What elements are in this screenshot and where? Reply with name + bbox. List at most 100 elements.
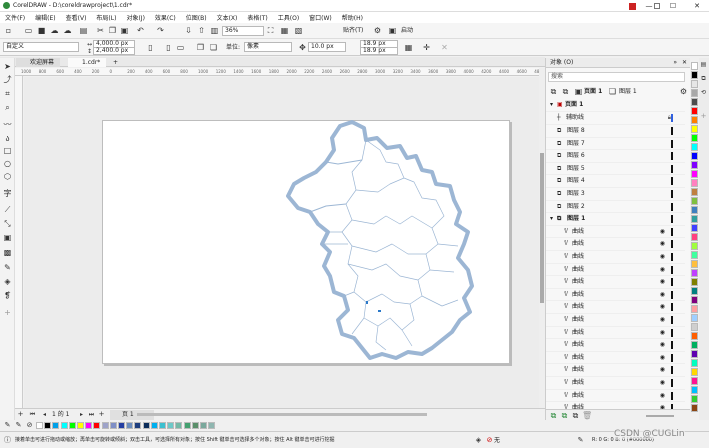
visibility-eye-icon[interactable]: ◉: [660, 289, 665, 301]
portrait-icon[interactable]: ▯: [146, 43, 155, 52]
fill-indicator-icon[interactable]: ◈: [474, 436, 483, 445]
layer-stack-icon[interactable]: ⧉: [549, 87, 558, 96]
palette-swatch[interactable]: [52, 422, 60, 429]
first-page-icon[interactable]: ⏮: [28, 410, 37, 419]
menu-text[interactable]: 文本(X): [212, 13, 243, 22]
maximize-button[interactable]: ☐: [661, 0, 685, 12]
new-master-layer-icon[interactable]: ⧉: [560, 411, 569, 420]
palette-swatch[interactable]: [691, 125, 698, 133]
freehand-tool-icon[interactable]: 〰: [3, 120, 12, 129]
visibility-eye-icon[interactable]: ◉: [660, 390, 665, 402]
panel-options-gear-icon[interactable]: ⚙: [679, 87, 688, 96]
palette-swatch[interactable]: [142, 422, 150, 429]
layers-icon[interactable]: ⧉: [561, 87, 570, 96]
menu-edit[interactable]: 编辑(E): [30, 13, 60, 22]
zoom-tool-icon[interactable]: ⌕: [3, 103, 12, 112]
launch-label[interactable]: 启动: [401, 26, 413, 35]
tree-curve-row[interactable]: ᕓ 曲线 ◉: [546, 251, 685, 264]
palette-swatch[interactable]: [691, 395, 698, 403]
tree-curve-row[interactable]: ᕓ 曲线 ◉: [546, 352, 685, 365]
page-preset-select[interactable]: 自定义: [3, 42, 79, 52]
nudge-distance-input[interactable]: 10.0 px: [308, 42, 346, 52]
palette-swatch[interactable]: [183, 422, 191, 429]
tree-layer-row[interactable]: ⧉ 图层 4: [546, 175, 685, 188]
palette-swatch[interactable]: [691, 404, 698, 412]
palette-swatch[interactable]: [691, 134, 698, 142]
launch-app-icon[interactable]: ▣: [388, 26, 397, 35]
import-icon[interactable]: ⇩: [184, 26, 193, 35]
tree-layer-row[interactable]: ⧉ 图层 5: [546, 163, 685, 176]
copy-icon[interactable]: ❐: [108, 26, 117, 35]
visibility-eye-icon[interactable]: ◉: [660, 276, 665, 288]
redo-icon[interactable]: ↷: [156, 26, 165, 35]
current-page-icon[interactable]: ❏: [209, 43, 218, 52]
tree-curve-row[interactable]: ᕓ 曲线 ◉: [546, 276, 685, 289]
visibility-eye-icon[interactable]: ◉: [660, 264, 665, 276]
palette-swatch[interactable]: [44, 422, 52, 429]
eyedropper-tool-icon[interactable]: ✎: [3, 263, 12, 272]
palette-swatch[interactable]: [691, 170, 698, 178]
page-landscape-icon[interactable]: ▭: [176, 43, 185, 52]
full-screen-icon[interactable]: ⛶: [266, 26, 275, 35]
snap-to-dropdown[interactable]: 贴齐(T): [340, 26, 374, 36]
palette-swatch[interactable]: [691, 251, 698, 259]
palette-swatch[interactable]: [691, 314, 698, 322]
new-layer-icon[interactable]: ⧉: [549, 411, 558, 420]
ellipse-tool-icon[interactable]: ○: [3, 159, 12, 168]
duplicate-y-input[interactable]: 18.9 px: [360, 47, 398, 55]
palette-swatch[interactable]: [691, 350, 698, 358]
menu-window[interactable]: 窗口(W): [304, 13, 337, 22]
transparency-tool-icon[interactable]: ▩: [3, 248, 12, 257]
palette-swatch[interactable]: [691, 179, 698, 187]
remove-guide-icon[interactable]: ✕: [440, 43, 449, 52]
minimize-button[interactable]: —: [637, 0, 661, 12]
palette-swatch[interactable]: [68, 422, 76, 429]
paste-icon[interactable]: ▣: [120, 26, 129, 35]
tab-welcome[interactable]: 欢迎屏幕: [16, 58, 61, 67]
undo-icon[interactable]: ↶: [136, 26, 145, 35]
next-page-icon[interactable]: ▸: [77, 410, 86, 419]
grid-display-icon[interactable]: ▦: [280, 26, 289, 35]
palette-swatch[interactable]: [691, 305, 698, 313]
tree-curve-row[interactable]: ᕓ 曲线 ◉: [546, 289, 685, 302]
tree-curve-row[interactable]: ᕓ 曲线 ◉: [546, 238, 685, 251]
palette-swatch[interactable]: [691, 80, 698, 88]
palette-swatch[interactable]: [93, 422, 101, 429]
eyedropper-icon[interactable]: ✎: [3, 421, 12, 430]
palette-swatch[interactable]: [691, 161, 698, 169]
add-docker-icon[interactable]: +: [699, 112, 708, 121]
menu-object[interactable]: 对象(J): [121, 13, 149, 22]
outline-pen-icon[interactable]: ✎: [576, 436, 585, 445]
palette-swatch[interactable]: [691, 215, 698, 223]
interactive-fill-icon[interactable]: ◈: [3, 277, 12, 286]
palette-swatch[interactable]: [167, 422, 175, 429]
pick-tool-icon[interactable]: ➤: [3, 62, 12, 71]
palette-swatch[interactable]: [691, 332, 698, 340]
menu-table[interactable]: 表格(T): [242, 13, 272, 22]
palette-swatch[interactable]: [691, 368, 698, 376]
drop-shadow-icon[interactable]: ▣: [3, 233, 12, 242]
palette-swatch[interactable]: [691, 323, 698, 331]
tree-layer-row[interactable]: ⧉ 图层 3: [546, 188, 685, 201]
palette-swatch[interactable]: [159, 422, 166, 429]
horizontal-scroll-thumb[interactable]: [137, 413, 427, 416]
tree-curve-row[interactable]: ᕓ 曲线 ◉: [546, 377, 685, 390]
treat-as-filled-icon[interactable]: ▦: [404, 43, 413, 52]
close-button[interactable]: ✕: [685, 0, 709, 12]
tree-curve-row[interactable]: ᕓ 曲线 ◉: [546, 314, 685, 327]
palette-swatch[interactable]: [691, 116, 698, 124]
palette-swatch[interactable]: [126, 422, 134, 429]
rectangle-tool-icon[interactable]: □: [3, 146, 12, 155]
visibility-eye-icon[interactable]: ◉: [660, 377, 665, 389]
visibility-eye-icon[interactable]: ◉: [660, 352, 665, 364]
palette-swatch[interactable]: [85, 422, 93, 429]
export-pdf-icon[interactable]: ▥: [210, 26, 219, 35]
palette-swatch[interactable]: [691, 71, 698, 79]
tree-page-row[interactable]: ▾ ▣ 页面 1: [546, 99, 685, 112]
tree-layer-row[interactable]: ⧉ 图层 7: [546, 138, 685, 151]
visibility-eye-icon[interactable]: ◉: [660, 339, 665, 351]
palette-swatch[interactable]: [208, 422, 216, 429]
open-folder-icon[interactable]: ▭: [24, 26, 33, 35]
palette-swatch[interactable]: [691, 197, 698, 205]
palette-swatch[interactable]: [691, 242, 698, 250]
